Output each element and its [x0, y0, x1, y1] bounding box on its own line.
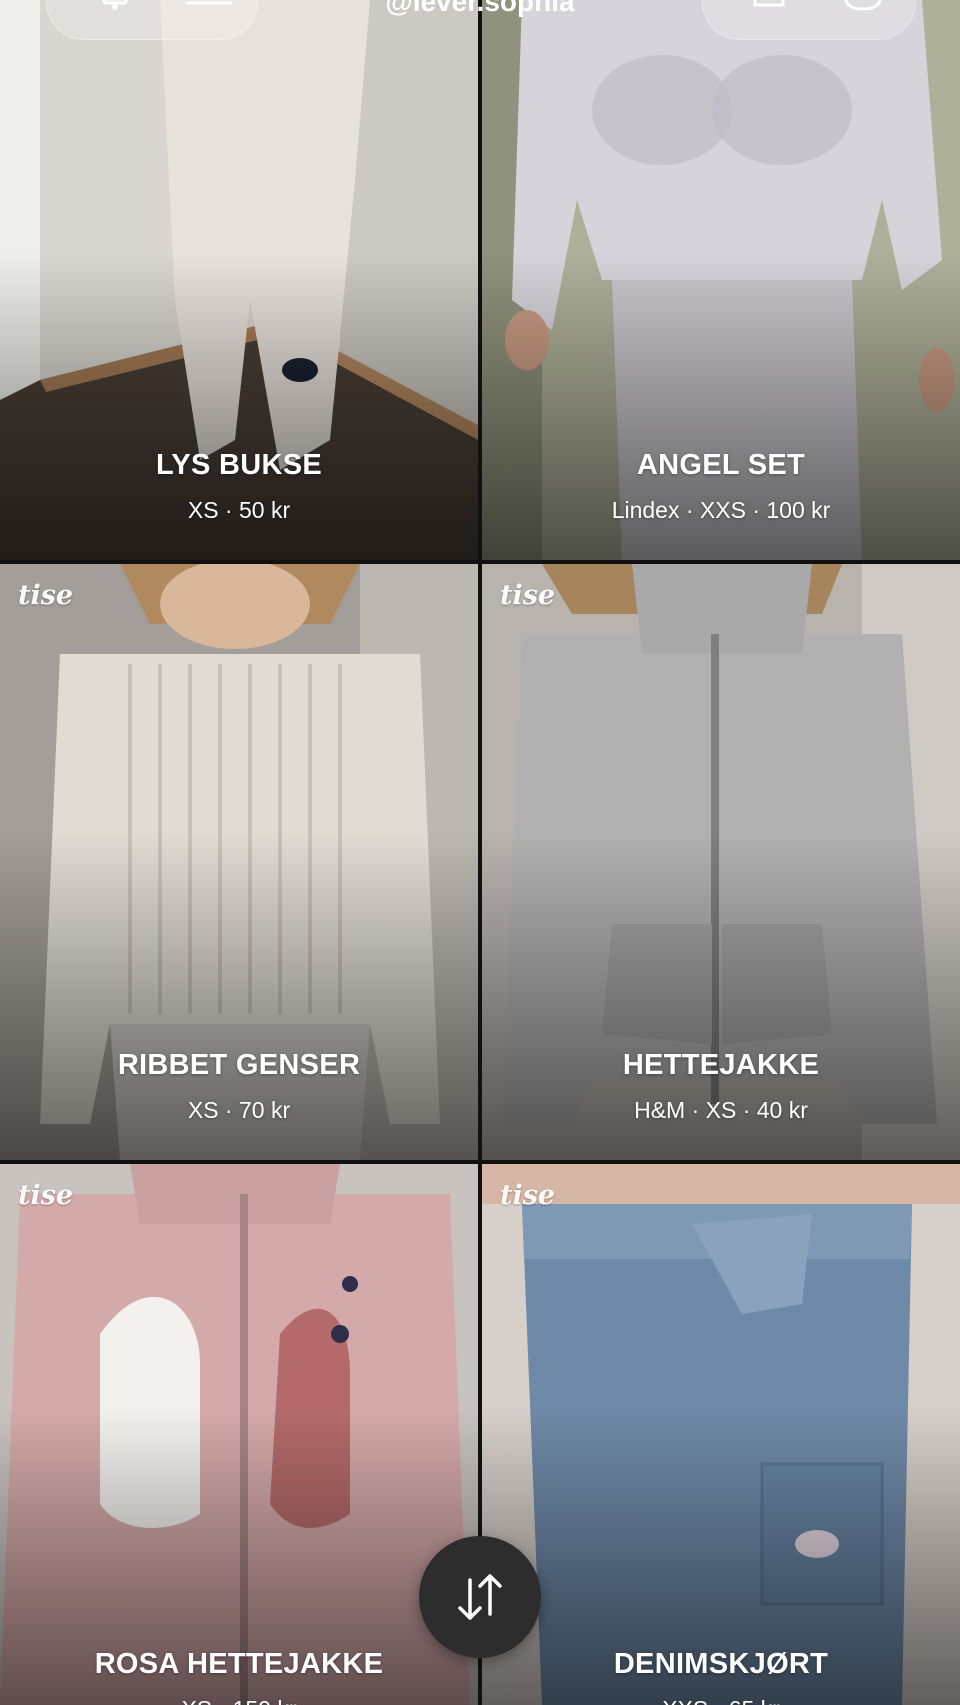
product-title: DENIMSKJØRT	[613, 1648, 829, 1680]
product-title: ROSA HETTEJAKKE	[94, 1648, 384, 1680]
bell-icon[interactable]	[95, 0, 135, 37]
header-left-pill	[46, 0, 258, 40]
menu-icon[interactable]	[185, 0, 233, 37]
product-title: LYS BUKSE	[155, 449, 322, 481]
product-grid: LYS BUKSE XS · 50 kr ANGEL SET Lindex · …	[0, 0, 960, 1705]
product-title: RIBBET GENSER	[117, 1049, 361, 1081]
product-card[interactable]: ANGEL SET Lindex · XXS · 100 kr	[482, 0, 960, 560]
product-meta: H&M · XS · 40 kr	[634, 1097, 808, 1123]
tise-watermark: tise	[18, 1180, 74, 1211]
product-card[interactable]: tise HETTEJAKKE H&M · XS · 40 kr	[482, 564, 960, 1160]
header-right-pill	[702, 0, 916, 40]
product-card[interactable]: LYS BUKSE XS · 50 kr	[0, 0, 478, 560]
tise-watermark: tise	[500, 1180, 556, 1211]
product-meta: XXS · 65 kr	[482, 1696, 960, 1705]
product-meta: XS · 150 kr	[0, 1696, 478, 1705]
product-title: ANGEL SET	[636, 449, 806, 481]
settings-icon[interactable]	[841, 0, 885, 37]
product-card[interactable]: tise RIBBET GENSER XS · 70 kr	[0, 564, 478, 1160]
product-meta: Lindex · XXS · 100 kr	[611, 497, 831, 523]
product-meta: XS · 50 kr	[187, 497, 291, 523]
product-meta: XS · 70 kr	[187, 1097, 291, 1123]
sort-arrows-icon	[458, 1574, 502, 1620]
product-card[interactable]: tise DENIMSKJØRT XXS · 65 kr	[482, 1164, 960, 1705]
product-card[interactable]: tise ROSA HETTEJAKKE XS · 150 kr	[0, 1164, 478, 1705]
tise-watermark: tise	[18, 580, 74, 611]
bag-icon[interactable]	[749, 0, 789, 37]
product-title: HETTEJAKKE	[622, 1049, 820, 1081]
sort-button[interactable]	[419, 1536, 541, 1658]
tise-watermark: tise	[500, 580, 556, 611]
